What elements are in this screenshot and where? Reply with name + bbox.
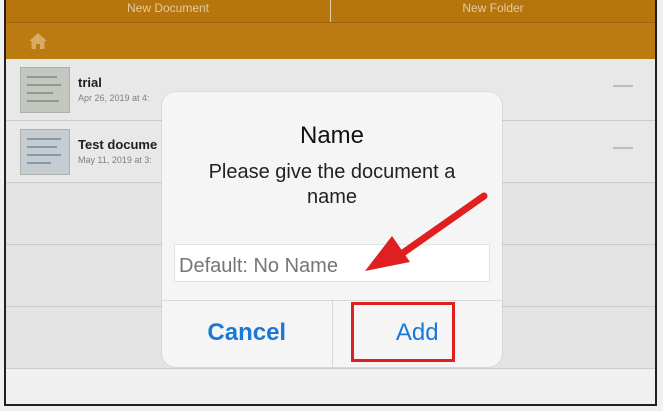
annotation-arrow-icon [365,192,488,271]
